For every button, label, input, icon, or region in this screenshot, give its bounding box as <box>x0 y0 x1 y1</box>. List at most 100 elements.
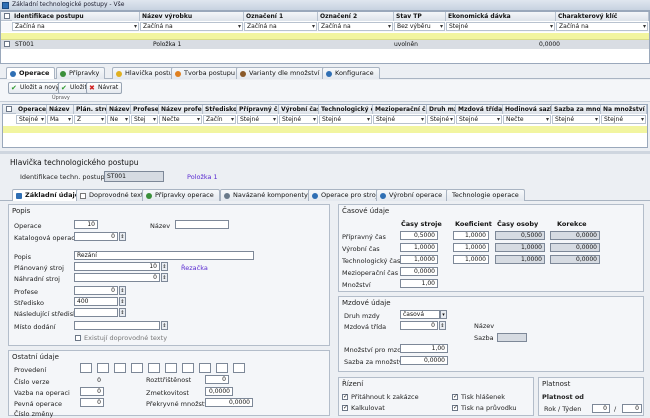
tab-pripravky-operace[interactable]: Přípravky operace <box>142 189 220 201</box>
table-row[interactable]: ST001 Položka 1 uvolněn 0,0000 <box>1 40 649 49</box>
op-filter[interactable]: Stejné <box>456 115 502 124</box>
op-col-header[interactable]: Název <box>107 105 131 114</box>
op-filter[interactable]: Stejné <box>279 115 318 124</box>
op-filter[interactable]: Stejné <box>237 115 278 124</box>
op-filter[interactable]: Stej <box>131 115 158 124</box>
stredisko-spinner[interactable]: ⇕ <box>119 297 126 306</box>
op-filter[interactable]: Stejné <box>427 115 455 124</box>
op-col-header[interactable]: Výrobní čas <box>279 105 319 114</box>
stroj-spinner[interactable]: ⇕ <box>161 262 168 271</box>
tisk-pruvodka-checkbox[interactable] <box>452 404 458 411</box>
col-header[interactable]: Stav TP <box>394 12 446 21</box>
op-filter[interactable]: Nečte <box>159 115 202 124</box>
mnozstvi-mzda-field[interactable]: 1,00 <box>400 344 448 353</box>
vazba-field[interactable]: 0 <box>80 387 104 396</box>
filter-select[interactable]: Začíná na <box>556 22 648 31</box>
tab-operace-stroj[interactable]: Operace pro stroj <box>308 189 384 201</box>
operace-field[interactable]: 10 <box>74 220 98 229</box>
tab-technologie[interactable]: Technologie operace <box>446 189 525 201</box>
op-filter[interactable]: Z <box>74 115 106 124</box>
druh-dropdown-icon[interactable]: ▾ <box>440 310 447 319</box>
op-col-header[interactable]: Sazba za množ. <box>552 105 601 114</box>
pripravny-stroj[interactable]: 0,5000 <box>400 231 438 240</box>
rok-field[interactable]: 0 <box>592 404 610 413</box>
techno-koef[interactable]: 1,0000 <box>453 255 489 264</box>
tab-navazane[interactable]: Navázané komponenty <box>220 189 314 201</box>
select-all-checkbox[interactable] <box>4 13 10 19</box>
op-col-header[interactable]: Středisko <box>203 105 237 114</box>
save-new-button[interactable]: ✔ Uložit a nový <box>8 82 63 94</box>
nasl-spinner[interactable]: ⇕ <box>119 308 126 317</box>
filter-select[interactable]: Stejné <box>446 22 555 31</box>
op-col-header[interactable]: Mzdová třída <box>456 105 503 114</box>
col-header[interactable]: Označení 1 <box>244 12 318 21</box>
row-checkbox[interactable] <box>4 41 10 47</box>
op-selected-row[interactable] <box>3 126 647 133</box>
katalog-spinner[interactable]: ⇕ <box>119 232 126 241</box>
op-col-header[interactable]: Přípravný čas <box>237 105 279 114</box>
back-button[interactable]: ✖ Návrat <box>86 82 123 94</box>
filter-select[interactable]: Začíná na <box>140 22 243 31</box>
misto-field[interactable] <box>74 321 160 330</box>
druh-select[interactable]: časová <box>400 310 440 319</box>
filter-select[interactable]: Začíná na <box>12 22 139 31</box>
nazev-field[interactable] <box>175 220 229 229</box>
op-filter[interactable]: Stejné <box>552 115 600 124</box>
col-header[interactable]: Charakterový klíč <box>556 12 649 21</box>
vyrobni-stroj[interactable]: 1,0000 <box>400 243 438 252</box>
op-select-all-checkbox[interactable] <box>6 106 12 112</box>
tisk-hlasenek-checkbox[interactable] <box>452 393 458 400</box>
misto-spinner[interactable]: ⇕ <box>161 321 168 330</box>
popis-field[interactable]: Řezání <box>74 251 254 260</box>
col-header[interactable]: Označení 2 <box>318 12 394 21</box>
col-header[interactable]: Název výrobku <box>140 12 244 21</box>
mezioper-stroj[interactable]: 0,0000 <box>400 267 438 276</box>
kalkulovat-checkbox[interactable] <box>342 404 348 411</box>
provedeni-box[interactable] <box>182 363 194 373</box>
mnozstvi-stroj[interactable]: 1,00 <box>400 279 438 288</box>
id-field[interactable]: ST001 <box>104 171 164 182</box>
op-col-header[interactable]: Druh mzdy <box>427 105 456 114</box>
sazba-mn-field[interactable]: 0,0000 <box>400 356 448 365</box>
trida-field[interactable]: 0 <box>400 321 438 330</box>
op-filter[interactable]: Nečte <box>503 115 551 124</box>
op-filter[interactable]: Ne <box>107 115 130 124</box>
op-col-header[interactable]: Mezioperační čas <box>373 105 427 114</box>
filter-select[interactable]: Bez výběru <box>394 22 445 31</box>
profese-spinner[interactable]: ⇕ <box>119 286 126 295</box>
zmet-field[interactable]: 0,0000 <box>205 387 233 396</box>
provedeni-box[interactable] <box>80 363 92 373</box>
tab-konfigurace[interactable]: Konfigurace <box>322 67 380 79</box>
provedeni-box[interactable] <box>165 363 177 373</box>
pevna-field[interactable]: 0 <box>80 398 104 407</box>
provedeni-box[interactable] <box>233 363 245 373</box>
vyrobni-koef[interactable]: 1,0000 <box>453 243 489 252</box>
col-header[interactable]: Ekonomická dávka <box>446 12 556 21</box>
tab-pripravky[interactable]: Přípravky <box>56 67 106 79</box>
prekr-field[interactable]: 0,0000 <box>205 398 253 407</box>
profese-field[interactable]: 0 <box>74 286 118 295</box>
op-filter[interactable]: Stejné <box>319 115 372 124</box>
op-filter[interactable]: Ma <box>47 115 73 124</box>
pripravny-koef[interactable]: 1,0000 <box>453 231 489 240</box>
nahr-field[interactable]: 0 <box>74 273 160 282</box>
tab-tvorba[interactable]: Tvorba postupu <box>171 67 242 79</box>
stredisko-field[interactable]: 400 <box>74 297 118 306</box>
pritahnout-checkbox[interactable] <box>342 393 348 400</box>
provedeni-box[interactable] <box>131 363 143 373</box>
empty-selected-row[interactable] <box>1 33 649 40</box>
op-col-header[interactable]: Profese <box>131 105 159 114</box>
op-col-header[interactable]: Na množství <box>601 105 647 114</box>
tab-zakladni-udaje[interactable]: Základní údaje <box>12 189 86 201</box>
provedeni-box[interactable] <box>148 363 160 373</box>
provedeni-box[interactable] <box>199 363 211 373</box>
cislo-verze-field[interactable]: 0 <box>80 376 104 385</box>
filter-select[interactable]: Začíná na <box>318 22 393 31</box>
op-col-header[interactable]: Název profese <box>159 105 203 114</box>
tab-varianty[interactable]: Varianty dle množství <box>236 67 326 79</box>
op-col-header[interactable]: Plán. stroj <box>74 105 107 114</box>
provedeni-box[interactable] <box>114 363 126 373</box>
op-col-header[interactable]: Název <box>47 105 74 114</box>
op-col-header[interactable]: Technologický čas <box>319 105 373 114</box>
rozt-field[interactable]: 0 <box>205 375 229 384</box>
